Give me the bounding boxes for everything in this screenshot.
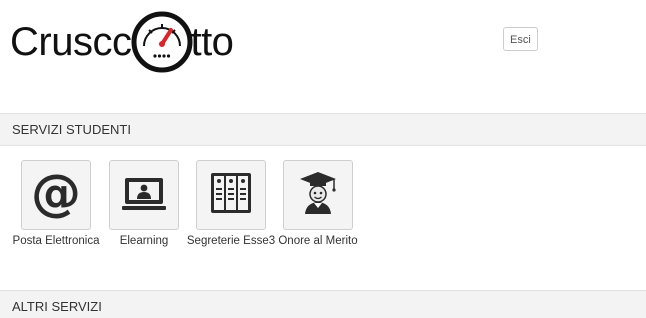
header: Cruscc tto Esci [0, 0, 646, 84]
svg-text:@: @ [31, 167, 81, 219]
service-tile-posta-elettronica[interactable]: @ Posta Elettronica [13, 160, 99, 249]
section-title: SERVIZI STUDENTI [12, 122, 131, 137]
tile-icon-box: @ [21, 160, 91, 230]
tile-label: Onore al Merito [278, 235, 358, 247]
tile-label: Posta Elettronica [12, 235, 100, 247]
logout-button[interactable]: Esci [503, 27, 538, 51]
section-title: ALTRI SERVIZI [12, 299, 102, 314]
speedometer-icon [130, 10, 194, 74]
monitor-user-icon [118, 167, 170, 224]
service-tile-elearning[interactable]: Elearning [109, 160, 179, 249]
logo-text-end: tto [190, 20, 234, 64]
tile-icon-box [283, 160, 353, 230]
student-services-grid: @ Posta Elettronica Elearning Segreterie… [0, 160, 646, 270]
cruscotto-logo[interactable]: Cruscc tto [10, 8, 234, 76]
section-altri-servizi: ALTRI SERVIZI [0, 290, 646, 318]
graduate-icon [292, 167, 344, 224]
file-cabinet-icon [205, 167, 257, 224]
tile-icon-box [109, 160, 179, 230]
service-tile-onore-al-merito[interactable]: Onore al Merito [278, 160, 358, 249]
logo-text-start: Cruscc [10, 20, 132, 64]
tile-icon-box [196, 160, 266, 230]
tile-label: Elearning [119, 235, 169, 247]
at-sign-icon: @ [30, 164, 82, 224]
page: Cruscc tto Esci SERVIZI STUDENTI @ Posta… [0, 0, 646, 318]
section-servizi-studenti: SERVIZI STUDENTI [0, 113, 646, 146]
service-tile-segreterie-esse3[interactable]: Segreterie Esse3 [187, 160, 275, 249]
